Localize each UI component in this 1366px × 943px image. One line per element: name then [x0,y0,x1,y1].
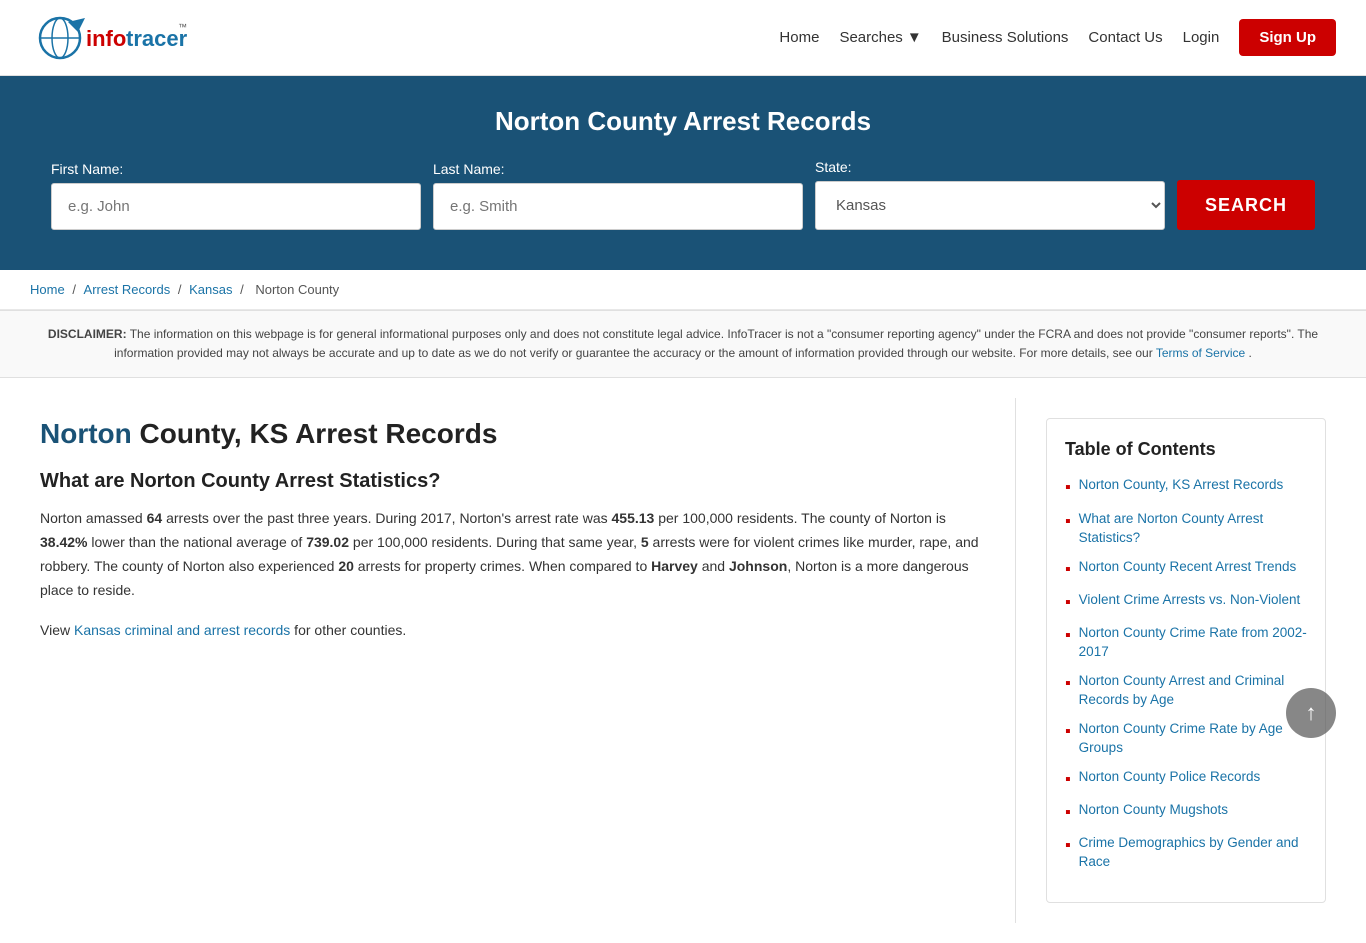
svg-text:™: ™ [178,22,187,32]
last-name-input[interactable] [433,183,803,230]
nav: Home Searches ▼ Business Solutions Conta… [779,19,1336,56]
last-name-group: Last Name: [433,161,803,230]
search-form: First Name: Last Name: State: Kansas Ala… [30,159,1336,230]
content-heading-rest: County, KS Arrest Records [132,418,498,449]
toc-link[interactable]: Norton County Arrest and Criminal Record… [1079,672,1307,710]
county-harvey: Harvey [651,558,698,574]
disclaimer-end: . [1249,346,1252,360]
sidebar: Table of Contents Norton County, KS Arre… [1016,398,1336,923]
content-heading-highlight: Norton [40,418,132,449]
toc-item: Norton County Arrest and Criminal Record… [1065,672,1307,710]
toc-item: What are Norton County Arrest Statistics… [1065,510,1307,548]
breadcrumb: Home / Arrest Records / Kansas / Norton … [0,270,1366,310]
breadcrumb-kansas[interactable]: Kansas [189,282,232,297]
content-heading: Norton County, KS Arrest Records [40,418,985,450]
disclaimer-bold: DISCLAIMER: [48,327,127,341]
header: info tracer ™ Home Searches ▼ Business S… [0,0,1366,76]
toc-item: Norton County, KS Arrest Records [1065,476,1307,499]
disclaimer-tos-link[interactable]: Terms of Service [1156,346,1245,360]
toc-link[interactable]: Norton County, KS Arrest Records [1079,476,1284,495]
toc-link[interactable]: Norton County Recent Arrest Trends [1079,558,1297,577]
breadcrumb-sep1: / [72,282,79,297]
state-group: State: Kansas Alabama Alaska Arizona Ark… [815,159,1165,230]
breadcrumb-arrest-records[interactable]: Arrest Records [84,282,171,297]
toc-link[interactable]: Crime Demographics by Gender and Race [1079,834,1307,872]
stat-455: 455.13 [612,510,655,526]
county-johnson: Johnson [729,558,787,574]
content-para2: View Kansas criminal and arrest records … [40,619,985,643]
toc-link[interactable]: What are Norton County Arrest Statistics… [1079,510,1307,548]
toc-item: Norton County Crime Rate by Age Groups [1065,720,1307,758]
first-name-label: First Name: [51,161,123,177]
nav-home[interactable]: Home [779,29,819,46]
breadcrumb-home[interactable]: Home [30,282,65,297]
logo[interactable]: info tracer ™ [30,10,190,65]
kansas-records-link[interactable]: Kansas criminal and arrest records [74,622,290,638]
toc-item: Norton County Police Records [1065,768,1307,791]
content-para1: Norton amassed 64 arrests over the past … [40,507,985,602]
content-area: Norton County, KS Arrest Records What ar… [30,398,1016,923]
breadcrumb-sep3: / [240,282,247,297]
nav-business-solutions[interactable]: Business Solutions [942,29,1069,46]
toc-item: Norton County Recent Arrest Trends [1065,558,1307,581]
nav-login[interactable]: Login [1183,29,1220,46]
nav-contact-us[interactable]: Contact Us [1088,29,1162,46]
stat-5: 5 [641,534,649,550]
breadcrumb-norton-county: Norton County [255,282,339,297]
toc-link[interactable]: Violent Crime Arrests vs. Non-Violent [1079,591,1301,610]
nav-searches[interactable]: Searches ▼ [839,29,921,46]
main-content: Norton County, KS Arrest Records What ar… [0,378,1366,943]
disclaimer: DISCLAIMER: The information on this webp… [0,310,1366,378]
last-name-label: Last Name: [433,161,505,177]
search-section: Norton County Arrest Records First Name:… [0,76,1366,270]
stat-739: 739.02 [306,534,349,550]
toc-item: Violent Crime Arrests vs. Non-Violent [1065,591,1307,614]
nav-signup[interactable]: Sign Up [1239,19,1336,56]
scroll-up-button[interactable]: ↑ [1286,688,1336,738]
stat-20: 20 [338,558,354,574]
first-name-input[interactable] [51,183,421,230]
logo-area: info tracer ™ [30,10,190,65]
disclaimer-text: The information on this webpage is for g… [114,327,1318,360]
svg-text:info: info [86,26,126,51]
toc-item: Norton County Crime Rate from 2002-2017 [1065,624,1307,662]
toc-link[interactable]: Norton County Mugshots [1079,801,1228,820]
toc-link[interactable]: Norton County Police Records [1079,768,1261,787]
search-section-title: Norton County Arrest Records [30,106,1336,137]
toc-box: Table of Contents Norton County, KS Arre… [1046,418,1326,903]
state-label: State: [815,159,852,175]
toc-item: Crime Demographics by Gender and Race [1065,834,1307,872]
section1-heading: What are Norton County Arrest Statistics… [40,470,985,493]
first-name-group: First Name: [51,161,421,230]
state-select[interactable]: Kansas Alabama Alaska Arizona Arkansas C… [815,181,1165,230]
breadcrumb-sep2: / [178,282,185,297]
toc-list: Norton County, KS Arrest Records What are… [1065,476,1307,872]
toc-link[interactable]: Norton County Crime Rate from 2002-2017 [1079,624,1307,662]
toc-item: Norton County Mugshots [1065,801,1307,824]
chevron-down-icon: ▼ [907,29,922,46]
toc-link[interactable]: Norton County Crime Rate by Age Groups [1079,720,1307,758]
stat-38: 38.42% [40,534,87,550]
toc-heading: Table of Contents [1065,439,1307,460]
stat-64: 64 [147,510,163,526]
search-button[interactable]: SEARCH [1177,180,1315,230]
